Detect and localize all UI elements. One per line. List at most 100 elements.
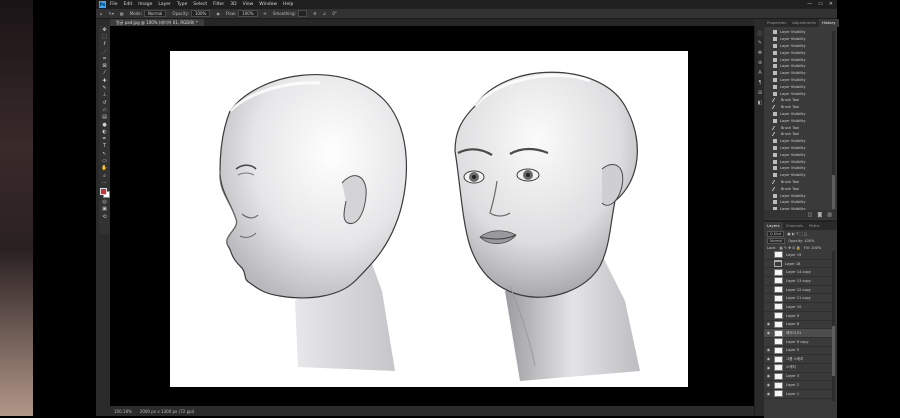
quick-mask-icon[interactable]: ◎	[99, 199, 110, 206]
history-item[interactable]: Layer Visibility	[764, 151, 830, 158]
tab-layers[interactable]: Layers	[764, 222, 783, 230]
trash-icon[interactable]: ▥	[827, 212, 832, 218]
move-tool-icon[interactable]: ✥	[99, 26, 110, 33]
home-icon[interactable]: ⌂	[100, 11, 103, 16]
marquee-tool-icon[interactable]: ⬚	[99, 33, 110, 40]
layer-row[interactable]: ◉ Layer 1	[764, 390, 832, 399]
visibility-eye-icon[interactable]: ◉	[766, 331, 771, 335]
tab-adjustments[interactable]: Adjustments	[789, 19, 819, 27]
layer-name[interactable]: Layer 9	[786, 314, 799, 318]
opacity-field[interactable]: Opacity: 100%	[788, 239, 814, 243]
menu-edit[interactable]: Edit	[124, 2, 133, 7]
zoom-level[interactable]: 100.18%	[114, 409, 132, 414]
visibility-eye-icon[interactable]: ◉	[766, 357, 771, 361]
layer-row[interactable]: Layer 18	[764, 260, 832, 269]
layer-row[interactable]: ◉ Layer 8	[764, 320, 832, 330]
menu-3d[interactable]: 3D	[230, 2, 236, 7]
history-item[interactable]: Layer Visibility	[764, 83, 830, 90]
layer-row[interactable]: Layer 12 copy	[764, 286, 832, 295]
layer-kind-filter[interactable]: Q Kind	[767, 230, 785, 237]
layer-name[interactable]: 스케치	[786, 365, 796, 370]
filter-icons[interactable]: ▣ ◐ T ⬚ ▢	[787, 232, 807, 236]
layer-name[interactable]: Layer 2	[786, 383, 799, 387]
document-canvas[interactable]	[170, 51, 688, 387]
healing-brush-tool-icon[interactable]: ✚	[99, 77, 110, 84]
flow-input[interactable]: 100%	[238, 10, 258, 17]
quick-select-tool-icon[interactable]: ⋰	[99, 48, 110, 55]
dodge-tool-icon[interactable]: ◐	[99, 128, 110, 135]
layer-name[interactable]: 그룹 스케치	[786, 357, 803, 362]
history-item[interactable]: Layer Visibility	[764, 192, 830, 199]
layer-row[interactable]: Layer 10	[764, 303, 832, 312]
layer-name[interactable]: Layer 6 copy	[786, 340, 809, 344]
history-item[interactable]: Layer Visibility	[764, 49, 830, 56]
brush-tool-icon[interactable]: ✎	[99, 84, 110, 91]
layer-name[interactable]: Layer 1	[786, 392, 799, 396]
menu-window[interactable]: Window	[259, 2, 277, 7]
tab-properties[interactable]: Properties	[764, 19, 789, 27]
visibility-eye-icon[interactable]: ◉	[766, 392, 771, 396]
menu-help[interactable]: Help	[283, 2, 293, 7]
lasso-tool-icon[interactable]: ℓ	[99, 41, 110, 48]
pen-tool-icon[interactable]: ✒	[99, 135, 110, 142]
screen-mode-icon[interactable]: ▣	[99, 206, 110, 213]
layer-name[interactable]: Layer 12 copy	[786, 288, 811, 292]
path-selection-tool-icon[interactable]: ↖	[99, 150, 110, 157]
visibility-eye-icon[interactable]: ◉	[766, 348, 771, 352]
layer-row[interactable]: Layer 11 copy	[764, 294, 832, 304]
visibility-eye-icon[interactable]: ◉	[766, 366, 771, 370]
layer-row[interactable]: Layer 14 copy	[764, 268, 832, 278]
history-item[interactable]: Layer Visibility	[764, 90, 830, 97]
history-item[interactable]: Layer Visibility	[764, 29, 830, 36]
layer-row[interactable]: Layer 19	[764, 251, 832, 260]
layer-name[interactable]: Layer 11 copy	[786, 296, 811, 300]
visibility-eye-icon[interactable]: ◉	[766, 322, 771, 326]
new-snapshot-icon[interactable]: ◫	[808, 212, 813, 218]
color-swatches[interactable]	[99, 187, 110, 199]
clone-stamp-tool-icon[interactable]: ⊥	[99, 92, 110, 99]
opacity-input[interactable]: 100%	[190, 10, 211, 17]
close-icon[interactable]: ✕	[829, 1, 833, 7]
history-scrollbar[interactable]	[832, 31, 835, 209]
eraser-tool-icon[interactable]: ▱	[99, 106, 110, 113]
layer-row[interactable]: ◉ 레이어 01	[764, 329, 832, 338]
layer-name[interactable]: Layer 3	[786, 374, 799, 378]
history-item[interactable]: Layer Visibility	[764, 158, 830, 165]
visibility-eye-icon[interactable]: ◉	[766, 383, 771, 387]
smoothing-input[interactable]	[297, 10, 308, 17]
history-item[interactable]: Layer Visibility	[764, 138, 830, 145]
layer-name[interactable]: Layer 14 copy	[786, 270, 811, 274]
hand-tool-icon[interactable]: ✋	[99, 165, 110, 172]
gradient-tool-icon[interactable]: ▤	[99, 114, 110, 121]
document-tab[interactable]: 얼굴 pad.jpg @ 100% (레이어 01, RGB/8) *	[110, 19, 204, 26]
brush-preset-icon[interactable]: ✎▾	[109, 11, 114, 16]
history-item[interactable]: Brush Tool	[764, 131, 830, 138]
history-item[interactable]: Layer Visibility	[764, 165, 830, 172]
rotate-view-icon[interactable]: ⟲	[99, 213, 110, 220]
history-item[interactable]: Layer Visibility	[764, 77, 830, 84]
minimize-icon[interactable]: —	[807, 1, 812, 7]
layer-name[interactable]: Layer 18	[785, 262, 800, 266]
history-item[interactable]: Layer Visibility	[764, 145, 830, 152]
layer-row[interactable]: Layer 6 copy	[764, 338, 832, 347]
layer-name[interactable]: Layer 13 copy	[786, 279, 811, 283]
history-brush-tool-icon[interactable]: ↺	[99, 99, 110, 106]
layer-row[interactable]: ◉ Layer 3	[764, 372, 832, 382]
history-item[interactable]: Layer Visibility	[764, 199, 830, 206]
brush-settings-icon[interactable]: ▦	[120, 11, 124, 16]
blur-tool-icon[interactable]: ●	[99, 121, 110, 128]
layer-row[interactable]: ◉ 스케치	[764, 364, 832, 373]
history-item[interactable]: Layer Visibility	[764, 111, 830, 118]
history-item[interactable]: Brush Tool	[764, 179, 830, 186]
visibility-eye-icon[interactable]: ◉	[766, 374, 771, 378]
layer-row[interactable]: ◉ Layer 5	[764, 346, 832, 356]
tab-paths[interactable]: Paths	[806, 222, 822, 230]
mode-select[interactable]: Normal	[143, 10, 167, 17]
menu-image[interactable]: Image	[138, 2, 152, 7]
history-item[interactable]: Layer Visibility	[764, 70, 830, 77]
layer-row[interactable]: ◉ Layer 2	[764, 381, 832, 390]
pressure-opacity-icon[interactable]: ◉	[216, 11, 220, 16]
history-item[interactable]: Layer Visibility	[764, 36, 830, 43]
layer-name[interactable]: Layer 8	[786, 322, 799, 326]
more-tools-icon[interactable]: ⋯	[99, 179, 110, 186]
